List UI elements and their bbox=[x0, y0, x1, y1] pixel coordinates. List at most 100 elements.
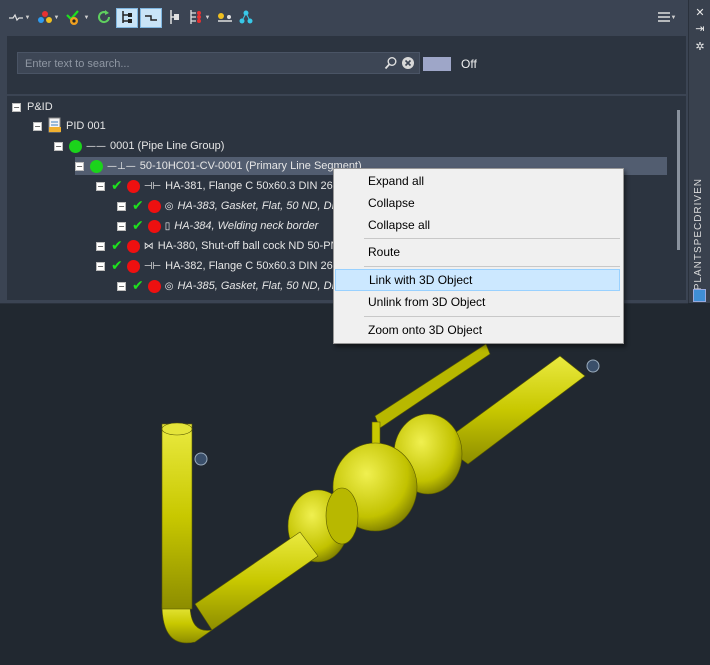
filter-toggle[interactable] bbox=[423, 57, 451, 71]
menu-item-route[interactable]: Route bbox=[335, 241, 620, 263]
check-icon: ✔ bbox=[132, 198, 144, 214]
tree-item-ha-381[interactable]: − ✔ ⊣⊢ HA-381, Flange C 50x60.3 DIN 2642 bbox=[96, 177, 345, 195]
component-button[interactable] bbox=[215, 8, 235, 28]
chevron-down-icon: ▼ bbox=[53, 15, 60, 21]
menu-item-unlink-3d-object[interactable]: Unlink from 3D Object bbox=[335, 291, 620, 313]
context-menu: Expand all Collapse Collapse all Route L… bbox=[333, 168, 624, 344]
refresh-icon bbox=[96, 9, 112, 28]
search-box bbox=[17, 52, 420, 74]
collapse-toggle[interactable]: − bbox=[96, 181, 105, 191]
check-status-button[interactable]: ▼ bbox=[64, 8, 90, 28]
collapse-toggle[interactable]: − bbox=[117, 201, 126, 211]
tree-item-ha-383[interactable]: − ✔ ◎ HA-383, Gasket, Flat, 50 ND, DIN bbox=[117, 197, 343, 215]
chevron-down-icon: ▼ bbox=[204, 15, 211, 21]
menu-separator bbox=[364, 266, 620, 267]
welding-neck-icon: ▯ bbox=[164, 220, 171, 232]
collapse-toggle[interactable]: − bbox=[117, 281, 126, 291]
tree-item-label: HA-383, Gasket, Flat, 50 ND, DIN bbox=[177, 200, 343, 212]
segment-view-icon bbox=[144, 11, 158, 26]
collapse-toggle[interactable]: − bbox=[75, 161, 84, 171]
menu-item-zoom-3d-object[interactable]: Zoom onto 3D Object bbox=[335, 319, 620, 341]
status-red-icon bbox=[126, 179, 140, 193]
menu-item-link-3d-object[interactable]: Link with 3D Object bbox=[335, 269, 620, 291]
tree-view-button[interactable] bbox=[116, 8, 138, 28]
check-icon: ✔ bbox=[132, 218, 144, 234]
collapse-toggle[interactable]: − bbox=[12, 102, 21, 112]
pin-icon[interactable]: ⇥ bbox=[694, 22, 706, 35]
menu-item-collapse[interactable]: Collapse bbox=[335, 192, 620, 214]
chevron-down-icon: ▼ bbox=[83, 15, 90, 21]
network-button[interactable] bbox=[237, 8, 255, 28]
menu-item-collapse-all[interactable]: Collapse all bbox=[335, 214, 620, 236]
collapse-toggle[interactable]: − bbox=[33, 121, 42, 131]
status-red-icon bbox=[147, 279, 161, 293]
tree-item-ha-380[interactable]: − ✔ ⋈ HA-380, Shut-off ball cock ND 50-P… bbox=[96, 237, 339, 255]
3d-pipe-model bbox=[161, 343, 600, 644]
chevron-down-icon: ▼ bbox=[670, 15, 677, 21]
search-input[interactable] bbox=[23, 55, 377, 73]
clear-icon[interactable] bbox=[401, 56, 415, 73]
toggle-label: Off bbox=[461, 57, 477, 71]
ball-valve-icon: ⋈ bbox=[143, 240, 154, 252]
menu-item-expand-all[interactable]: Expand all bbox=[335, 170, 620, 192]
status-red-icon bbox=[147, 199, 161, 213]
status-green-icon bbox=[90, 159, 103, 173]
flange-icon: ⊣⊢ bbox=[143, 180, 162, 192]
brand-icon bbox=[693, 289, 706, 302]
palette-title: PLANTSPECDRIVEN bbox=[693, 178, 704, 291]
check-icon: ✔ bbox=[111, 258, 123, 274]
status-red-icon bbox=[147, 219, 161, 233]
tree-item-label: HA-382, Flange C 50x60.3 DIN 2642 bbox=[165, 260, 345, 272]
tree-item-pid-root[interactable]: − P&ID bbox=[12, 98, 53, 116]
tree-item-pipe-line-group[interactable]: − —— 0001 (Pipe Line Group) bbox=[54, 137, 224, 155]
hamburger-menu-icon bbox=[657, 11, 670, 25]
collapse-toggle[interactable]: − bbox=[96, 241, 105, 251]
status-red-icon bbox=[126, 259, 140, 273]
check-icon: ✔ bbox=[132, 278, 144, 294]
filter-list-button[interactable]: ▼ bbox=[186, 8, 212, 28]
check-icon: ✔ bbox=[111, 178, 123, 194]
tree-item-label: P&ID bbox=[27, 101, 53, 113]
network-icon bbox=[239, 10, 253, 27]
status-red-icon bbox=[126, 239, 140, 253]
line-type-icon bbox=[8, 12, 24, 25]
search-bar: Off bbox=[7, 36, 686, 94]
pipe-line-icon: —— bbox=[86, 140, 106, 152]
tree-item-pid-001[interactable]: − PID 001 bbox=[33, 117, 106, 135]
close-icon[interactable]: ✕ bbox=[694, 6, 706, 19]
chevron-down-icon: ▼ bbox=[24, 15, 31, 21]
toolbar: ▼ ▼ ▼ ▼ ▼ bbox=[0, 0, 688, 34]
color-dots-button[interactable]: ▼ bbox=[36, 8, 60, 28]
check-status-icon bbox=[65, 9, 83, 28]
document-icon bbox=[48, 117, 62, 136]
tree-item-label: PID 001 bbox=[66, 120, 106, 132]
line-segment-icon: —⊥— bbox=[107, 160, 136, 172]
component-icon bbox=[216, 11, 234, 26]
tree-item-label: 0001 (Pipe Line Group) bbox=[110, 140, 225, 152]
tree-item-label: HA-384, Welding neck border bbox=[174, 220, 319, 232]
settings-icon[interactable]: ✲ bbox=[694, 40, 706, 53]
tree-item-ha-384[interactable]: − ✔ ▯ HA-384, Welding neck border bbox=[117, 217, 318, 235]
collapse-toggle[interactable]: − bbox=[54, 141, 63, 151]
tree-item-label: HA-380, Shut-off ball cock ND 50-PN bbox=[157, 240, 339, 252]
line-type-button[interactable]: ▼ bbox=[6, 8, 32, 28]
menu-separator bbox=[364, 316, 620, 317]
refresh-button[interactable] bbox=[95, 8, 113, 28]
flange-icon: ⊣⊢ bbox=[143, 260, 162, 272]
tree-item-ha-382[interactable]: − ✔ ⊣⊢ HA-382, Flange C 50x60.3 DIN 2642 bbox=[96, 257, 345, 275]
hierarchy-icon bbox=[168, 9, 180, 28]
hamburger-menu-button[interactable]: ▼ bbox=[654, 8, 680, 28]
tree-scrollbar-thumb[interactable] bbox=[677, 110, 680, 250]
hierarchy-button[interactable] bbox=[166, 8, 182, 28]
collapse-toggle[interactable]: − bbox=[96, 261, 105, 271]
check-icon: ✔ bbox=[111, 238, 123, 254]
tree-view-icon bbox=[120, 10, 134, 27]
tree-item-ha-385[interactable]: − ✔ ◎ HA-385, Gasket, Flat, 50 ND, DIN bbox=[117, 277, 343, 295]
collapse-toggle[interactable]: − bbox=[117, 221, 126, 231]
search-icon[interactable] bbox=[384, 56, 398, 73]
tree-item-label: 50-10HC01-CV-0001 (Primary Line Segment) bbox=[139, 160, 362, 172]
tree-item-label: HA-381, Flange C 50x60.3 DIN 2642 bbox=[165, 180, 345, 192]
3d-viewport[interactable] bbox=[0, 304, 710, 662]
segment-view-button[interactable] bbox=[140, 8, 162, 28]
palette-side-strip: ✕ ⇥ ✲ PLANTSPECDRIVEN bbox=[688, 0, 710, 303]
